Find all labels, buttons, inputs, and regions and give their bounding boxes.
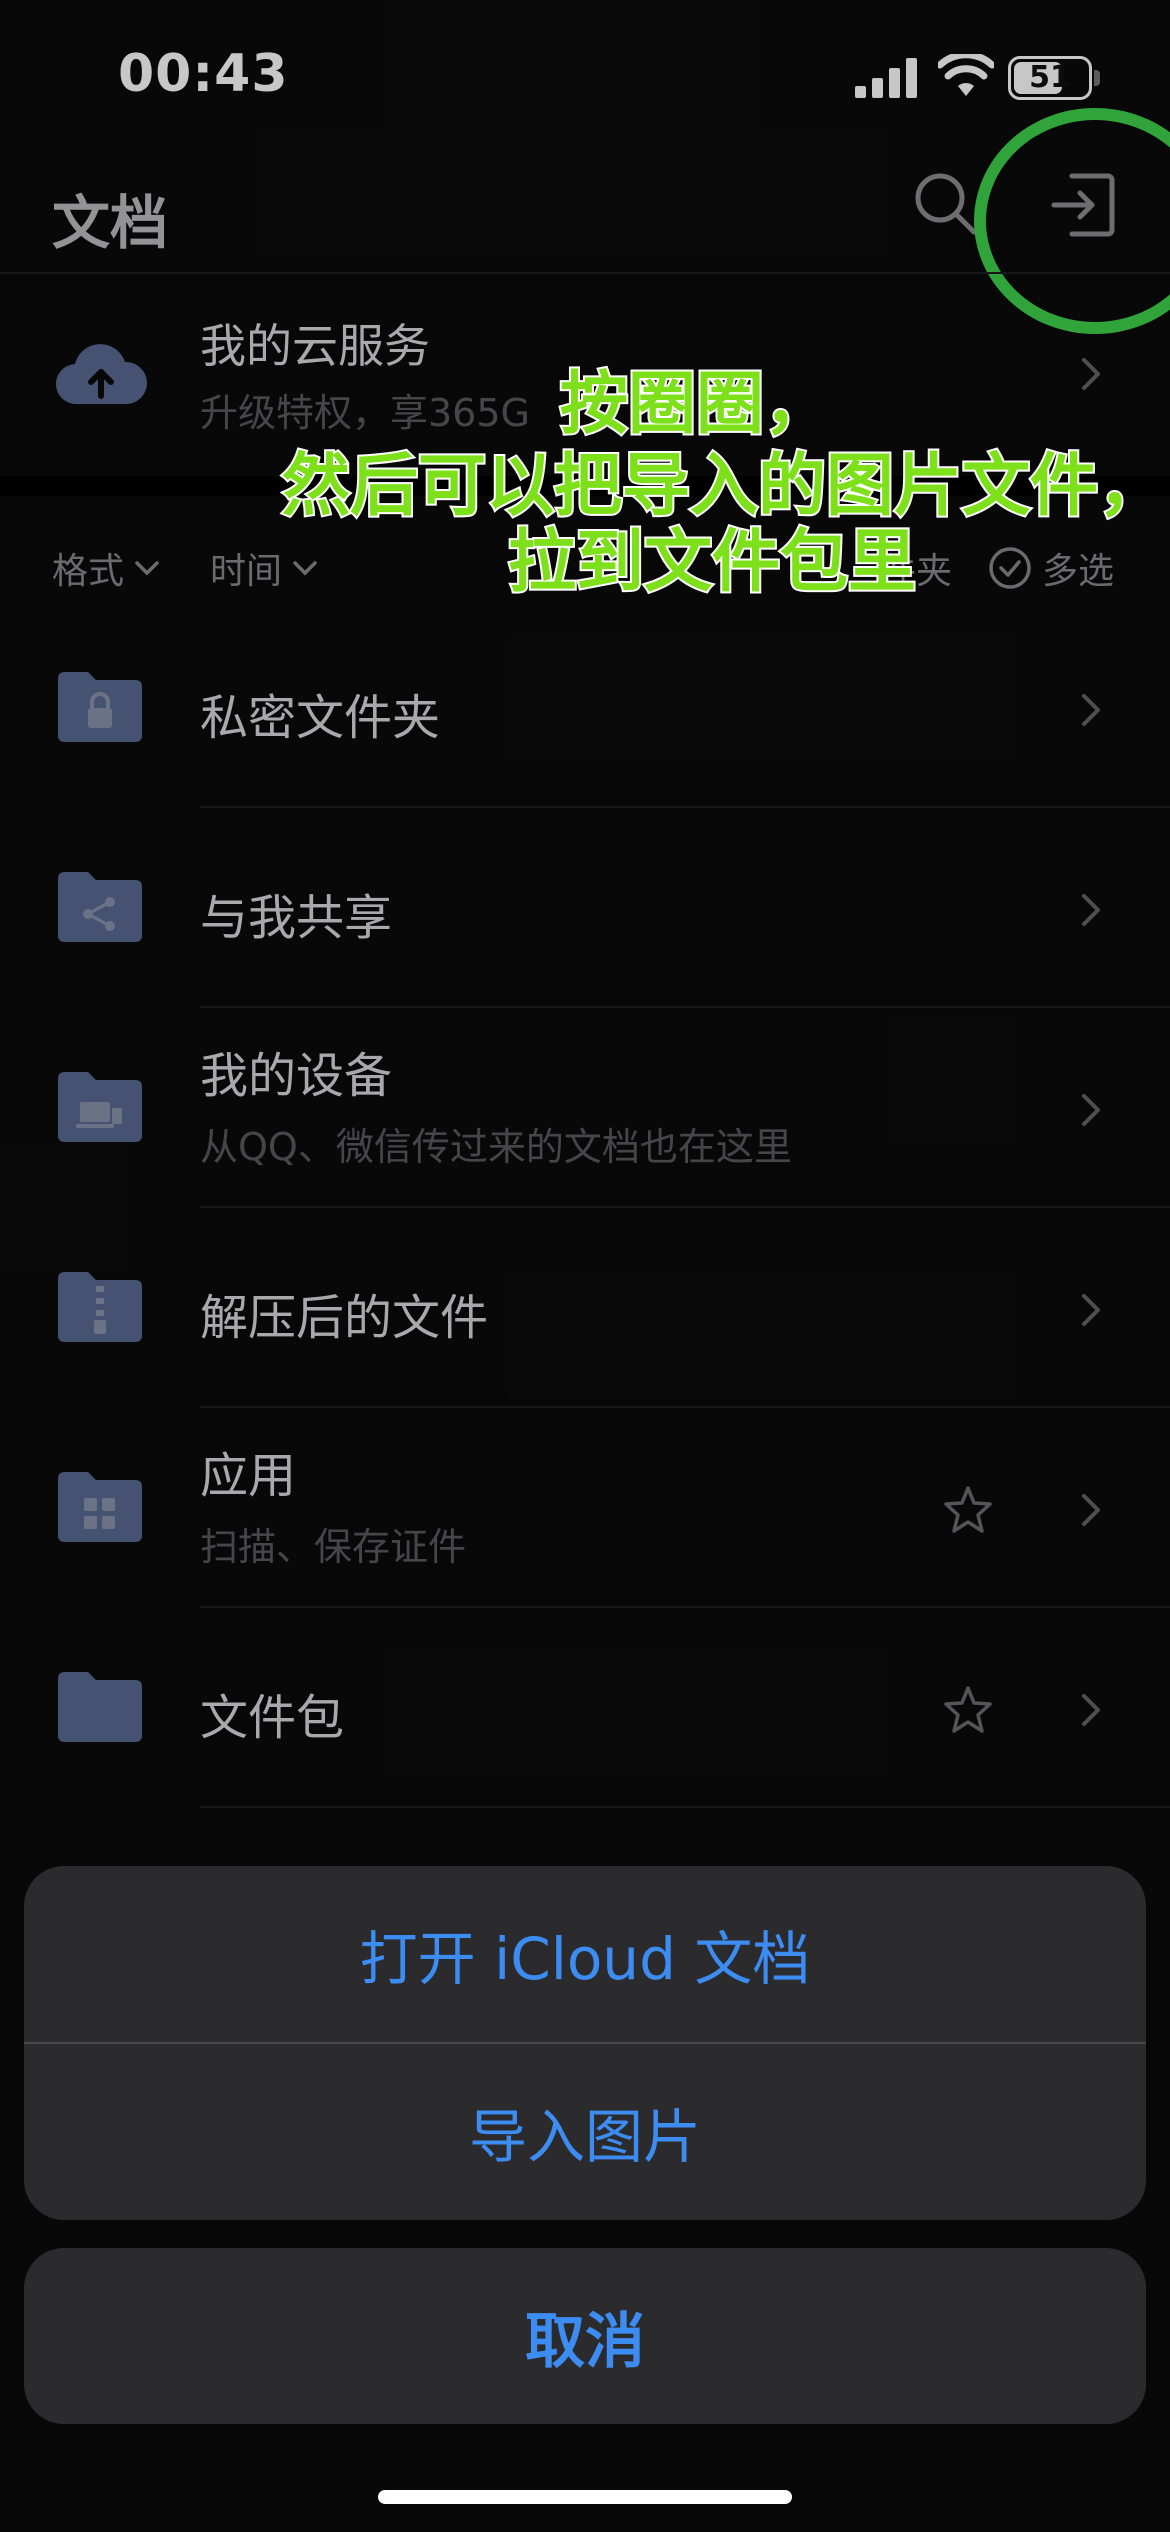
open-icloud-button[interactable]: 打开 iCloud 文档 <box>24 1866 1146 2042</box>
import-images-button[interactable]: 导入图片 <box>24 2044 1146 2220</box>
annotation-line-2: 然后可以把导入的图片文件， <box>280 447 1168 526</box>
cancel-button[interactable]: 取消 <box>24 2248 1146 2424</box>
action-sheet: 打开 iCloud 文档 导入图片 <box>24 1866 1146 2220</box>
annotation-line-3: 拉到文件包里 <box>506 523 918 602</box>
annotation-line-1: 按圈圈， <box>558 365 834 444</box>
home-indicator[interactable] <box>378 2490 792 2504</box>
